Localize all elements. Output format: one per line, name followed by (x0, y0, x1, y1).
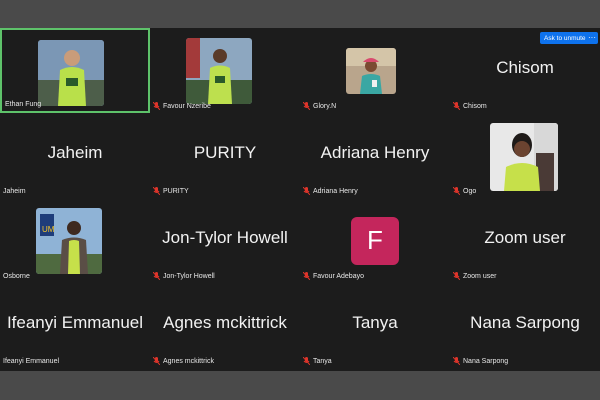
participant-video (490, 123, 558, 191)
participant-name-label: Ifeanyi Emmanuel (3, 358, 60, 365)
participant-video (38, 40, 104, 106)
mic-muted-icon (452, 356, 461, 366)
mic-muted-icon (152, 186, 161, 196)
participant-name-label: Tanya (302, 356, 332, 366)
participant-name-display: Agnes mckittrick (163, 313, 287, 332)
participant-name-display: Jaheim (47, 143, 103, 162)
gallery-view: Ethan Fung Favour Nzeribe Glory.N Chisom… (0, 28, 600, 371)
mic-muted-icon (452, 186, 461, 196)
mic-muted-icon (302, 356, 311, 366)
svg-text:UM: UM (42, 225, 55, 234)
participant-tile[interactable]: Ogo (450, 113, 600, 198)
participant-name-display: Chisom (496, 58, 554, 77)
more-options-button[interactable]: ··· (586, 32, 598, 44)
participant-name-label: PURITY (152, 186, 189, 196)
participant-tile[interactable]: Adriana Henry Adriana Henry (300, 113, 450, 198)
participant-name-display: Zoom user (484, 228, 566, 247)
mic-muted-icon (452, 101, 461, 111)
participant-tile[interactable]: Zoom user Zoom user (450, 198, 600, 283)
participant-tile[interactable]: Agnes mckittrick Agnes mckittrick (150, 283, 300, 368)
participant-name-display: PURITY (193, 143, 257, 162)
participant-name-label: Favour Nzeribe (152, 101, 211, 111)
participant-name-label: Jon-Tylor Howell (152, 271, 215, 281)
avatar: F (351, 216, 399, 265)
mic-muted-icon (302, 101, 311, 111)
more-icon: ··· (588, 33, 596, 42)
participant-tile[interactable]: Nana Sarpong Nana Sarpong (450, 283, 600, 368)
mic-muted-icon (452, 271, 461, 281)
participant-name-label: Chisom (452, 101, 487, 111)
participant-name-label: Jaheim (3, 188, 26, 195)
participant-name-display: Tanya (352, 313, 398, 332)
mic-muted-icon (302, 186, 311, 196)
participant-video (186, 38, 252, 104)
participant-tile[interactable]: Ethan Fung (0, 28, 150, 113)
participant-name-label: Ogo (452, 186, 476, 196)
participant-name-label: Adriana Henry (302, 186, 358, 196)
participant-name-label: Ethan Fung (5, 101, 42, 108)
participant-name-display: Ifeanyi Emmanuel (6, 313, 144, 332)
participant-name-label: Nana Sarpong (452, 356, 508, 366)
participant-tile[interactable]: UM Osborne (0, 198, 150, 283)
ask-to-unmute-button[interactable]: Ask to unmute (540, 32, 590, 44)
participant-name-label: Glory.N (302, 101, 336, 111)
participant-name-display: Jon-Tylor Howell (162, 228, 288, 247)
participant-tile[interactable]: Jaheim Jaheim (0, 113, 150, 198)
participant-name-label: Zoom user (452, 271, 496, 281)
participant-tile[interactable]: Jon-Tylor Howell Jon-Tylor Howell (150, 198, 300, 283)
mic-muted-icon (152, 356, 161, 366)
participant-tile[interactable]: Tanya Tanya (300, 283, 450, 368)
mic-muted-icon (152, 101, 161, 111)
participant-name-label: Favour Adebayo (302, 271, 364, 281)
participant-tile[interactable]: Ifeanyi Emmanuel Ifeanyi Emmanuel (0, 283, 150, 368)
participant-video (346, 48, 396, 94)
participant-name-display: Nana Sarpong (470, 313, 580, 332)
participant-name-label: Osborne (3, 273, 30, 280)
participant-video: UM (36, 208, 102, 274)
participant-tile[interactable]: PURITY PURITY (150, 113, 300, 198)
participant-tile[interactable]: Favour Nzeribe (150, 28, 300, 113)
participant-tile[interactable]: F Favour Adebayo (300, 198, 450, 283)
mic-muted-icon (302, 271, 311, 281)
participant-name-label: Agnes mckittrick (152, 356, 214, 366)
participant-tile[interactable]: Glory.N (300, 28, 450, 113)
mic-muted-icon (152, 271, 161, 281)
participant-name-display: Adriana Henry (320, 143, 430, 162)
